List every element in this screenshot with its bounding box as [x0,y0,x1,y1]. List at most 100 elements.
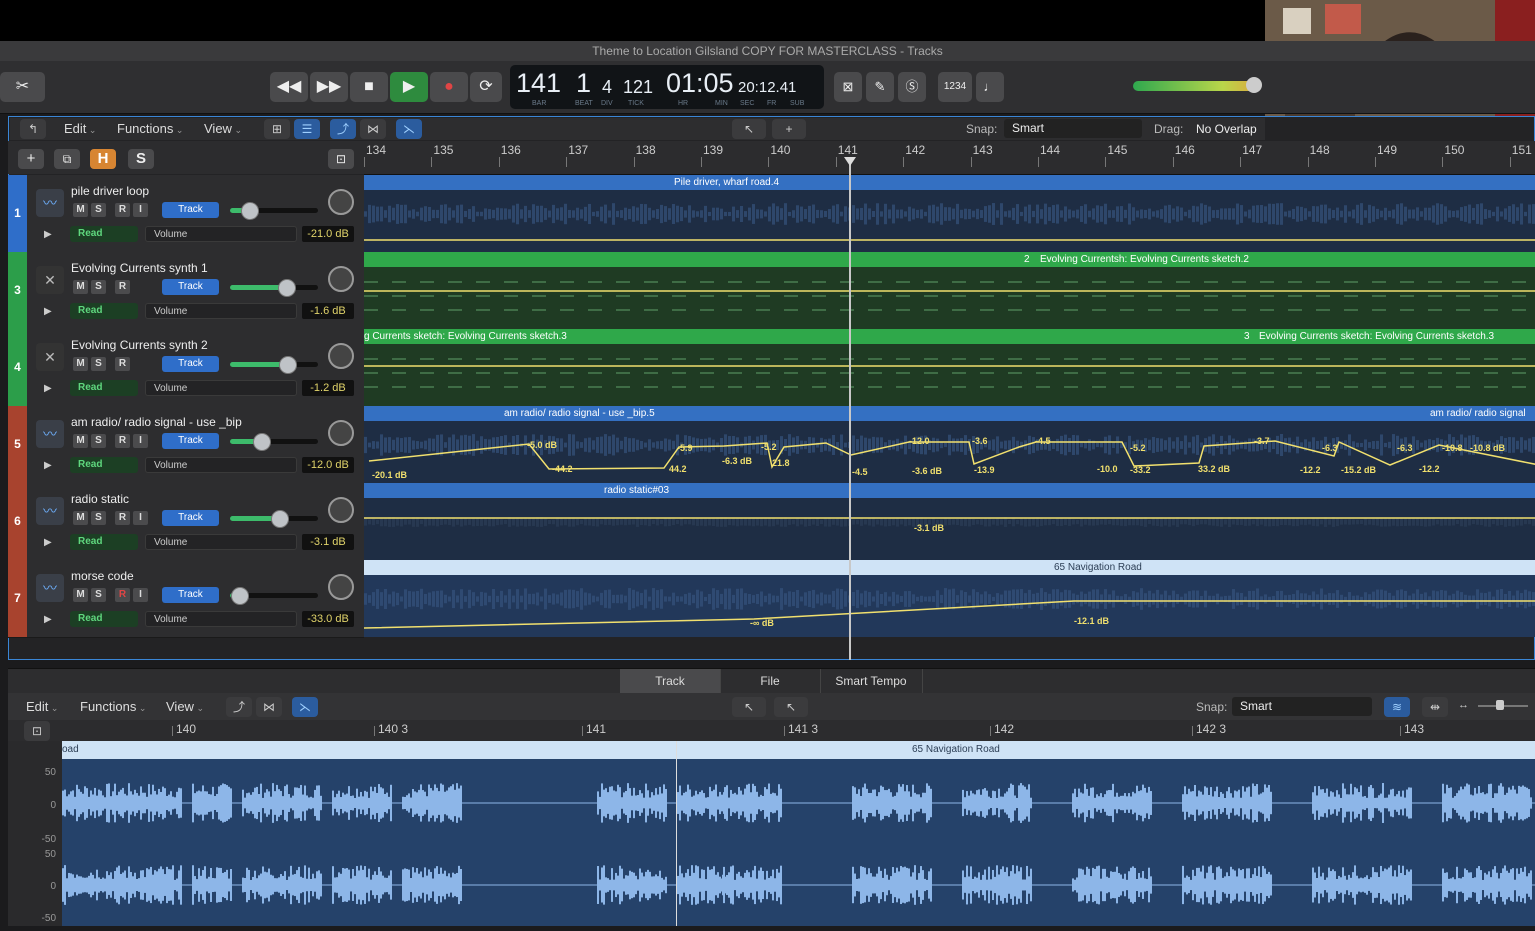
mute-button[interactable]: M [73,357,88,371]
marquee-tool-icon[interactable]: + [772,119,806,139]
fader-knob[interactable] [278,279,297,297]
rewind-button[interactable]: ◀◀ [270,72,308,102]
automation-mode-select[interactable]: Read [70,534,138,550]
pan-knob[interactable] [328,574,354,600]
solo-button[interactable]: S [91,588,106,602]
audio-waveform[interactable] [62,759,1535,926]
track-automation-button[interactable]: Track [162,587,219,603]
region-header[interactable]: am radio/ radio signal - use _bip.5 am ra… [364,406,1535,421]
automation-parameter-select[interactable]: Volume [145,380,297,396]
track-header[interactable]: 3 ✕ Evolving Currents synth 1 M S R Track ▶ Read… [8,252,364,330]
automation-mode-select[interactable]: Read [70,226,138,242]
master-volume-slider[interactable] [1133,77,1262,93]
editor-ruler[interactable]: 140 140 3 141 141 3 142 142 3 143 [62,720,1535,741]
track-name[interactable]: radio static [71,492,129,506]
zoom-slider[interactable]: ↔ [1458,699,1528,711]
track-lane[interactable]: 65 Navigation Road -∞ dB -12.1 dB [364,560,1535,637]
volume-fader[interactable] [230,510,318,528]
input-monitor-button[interactable]: I [133,511,148,525]
editor-second-tool-icon[interactable]: ↖ [774,697,808,717]
disclosure-triangle-icon[interactable]: ▶ [44,537,52,548]
region-header[interactable]: radio static#03 [364,483,1535,498]
record-button[interactable]: ● [430,72,468,102]
global-solo-button[interactable]: S [128,149,154,169]
zoom-knob[interactable] [1496,700,1504,710]
edit-menu[interactable]: Edit [64,121,96,136]
record-enable-button[interactable]: R [115,434,130,448]
track-automation-button[interactable]: Track [162,279,219,295]
automation-value[interactable]: -1.6 dB [302,303,354,319]
collapse-icon[interactable]: ⊡ [328,149,354,169]
fader-knob[interactable] [241,202,260,220]
disclosure-triangle-icon[interactable]: ▶ [44,460,52,471]
master-volume-knob[interactable] [1246,77,1262,93]
track-automation-button[interactable]: Track [162,356,219,372]
duplicate-track-icon[interactable]: ⧉ [54,149,80,169]
timeline-ruler[interactable]: 134 135 136 137 138 139 140 141 142 143 144 145 146 1… [364,141,1535,175]
track-lane[interactable]: g Currents sketch: Evolving Currents ske… [364,329,1535,406]
disclosure-triangle-icon[interactable]: ▶ [44,306,52,317]
region-header[interactable]: 2 Evolving Currentsh: Evolving Currents s… [364,252,1535,267]
functions-menu[interactable]: Functions [117,121,183,136]
automation-icon[interactable]: ⤴ [330,119,356,139]
editor-catch-icon[interactable]: ⋋ [292,697,318,717]
editor-playhead[interactable] [676,741,677,926]
fast-forward-button[interactable]: ▶▶ [310,72,348,102]
track-name[interactable]: Evolving Currents synth 2 [71,338,208,352]
volume-fader[interactable] [230,587,318,605]
automation-parameter-select[interactable]: Volume [145,226,297,242]
hide-tracks-button[interactable]: H [90,149,116,169]
fader-knob[interactable] [279,356,298,374]
volume-fader[interactable] [230,433,318,451]
fader-knob[interactable] [252,433,271,451]
automation-mode-select[interactable]: Read [70,303,138,319]
tuner-icon[interactable]: ⊠ [834,72,862,102]
track-lane[interactable]: Pile driver, wharf road.4 [364,175,1535,252]
record-enable-button[interactable]: R [115,357,130,371]
pan-knob[interactable] [328,266,354,292]
mute-button[interactable]: M [73,280,88,294]
list-view-icon[interactable]: ☰ [294,119,320,139]
region-header[interactable]: Pile driver, wharf road.4 [364,175,1535,190]
playhead[interactable] [849,157,851,660]
tab-file[interactable]: File [720,669,821,694]
play-button[interactable]: ▶ [390,72,428,102]
pan-knob[interactable] [328,420,354,446]
automation-mode-select[interactable]: Read [70,611,138,627]
flex-icon[interactable]: ⋈ [360,119,386,139]
track-lane[interactable]: 2 Evolving Currentsh: Evolving Currents s… [364,252,1535,329]
tab-track[interactable]: Track [620,669,721,694]
playhead-marker-icon[interactable] [844,157,856,166]
view-menu[interactable]: View [204,121,242,136]
track-name[interactable]: Evolving Currents synth 1 [71,261,208,275]
track-header[interactable]: 1 〰 pile driver loop M S R I Track ▶ Read Volume -2… [8,175,364,253]
record-enable-button[interactable]: R [115,588,130,602]
tab-smart-tempo[interactable]: Smart Tempo [820,669,923,694]
input-monitor-button[interactable]: I [133,434,148,448]
automation-value[interactable]: -21.0 dB [302,226,354,242]
automation-value[interactable]: -12.0 dB [302,457,354,473]
track-automation-button[interactable]: Track [162,202,219,218]
input-monitor-button[interactable]: I [133,203,148,217]
track-lane[interactable]: am radio/ radio signal - use _bip.5 am ra… [364,406,1535,483]
track-automation-button[interactable]: Track [162,433,219,449]
track-header[interactable]: 4 ✕ Evolving Currents synth 2 M S R Track ▶ Read… [8,329,364,407]
editor-region-header[interactable]: oad 65 Navigation Road [62,741,1535,759]
disclosure-triangle-icon[interactable]: ▶ [44,229,52,240]
back-icon[interactable]: ↰ [20,119,46,139]
pencil-icon[interactable]: ✎ [866,72,894,102]
scissors-icon[interactable]: ✂ [0,72,45,102]
record-enable-button[interactable]: R [115,280,130,294]
track-name[interactable]: pile driver loop [71,184,149,198]
solo-button[interactable]: S [91,511,106,525]
editor-snap-select[interactable]: Smart [1232,697,1372,716]
pan-knob[interactable] [328,343,354,369]
stop-button[interactable]: ■ [350,72,388,102]
waveform-zoom-icon[interactable]: ≋ [1384,697,1410,717]
automation-parameter-select[interactable]: Volume [145,534,297,550]
automation-parameter-select[interactable]: Volume [145,457,297,473]
snap-select[interactable]: Smart [1004,119,1142,138]
track-automation-button[interactable]: Track [162,510,219,526]
region-header[interactable]: 65 Navigation Road [364,560,1535,575]
volume-fader[interactable] [230,202,318,220]
